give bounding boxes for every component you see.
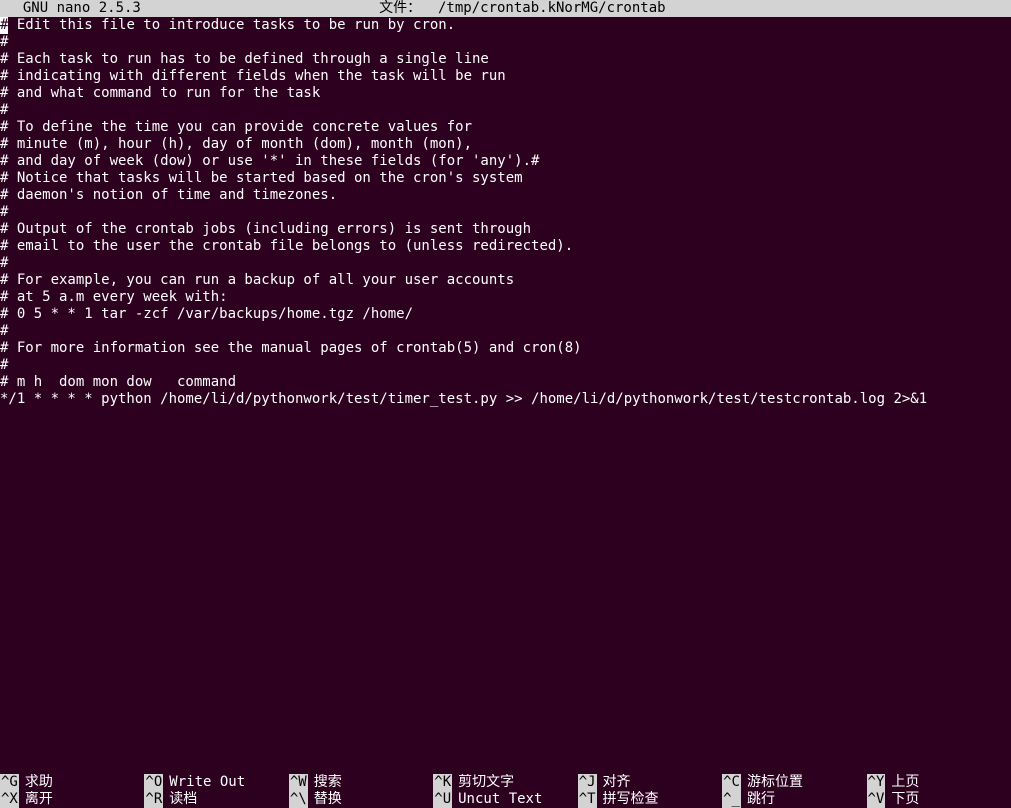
shortcut-item[interactable]: ^O Write Out	[144, 774, 288, 791]
editor-line[interactable]: # Each task to run has to be defined thr…	[0, 51, 1011, 68]
shortcut-label: 离开	[25, 791, 53, 808]
editor-line[interactable]: #	[0, 323, 1011, 340]
editor-line[interactable]: #	[0, 357, 1011, 374]
shortcut-label: 跳行	[747, 791, 775, 808]
shortcut-item[interactable]: ^T 拼写检查	[578, 791, 722, 808]
shortcut-key: ^C	[722, 774, 741, 791]
editor-line[interactable]: # minute (m), hour (h), day of month (do…	[0, 136, 1011, 153]
file-path: /tmp/crontab.kNorMG/crontab	[438, 0, 666, 16]
shortcut-item[interactable]: ^X 离开	[0, 791, 144, 808]
editor-line[interactable]: #	[0, 255, 1011, 272]
shortcut-label: 下页	[891, 791, 919, 808]
editor-line[interactable]: # 0 5 * * 1 tar -zcf /var/backups/home.t…	[0, 306, 1011, 323]
shortcut-label: 上页	[891, 774, 919, 791]
shortcut-label: 读档	[169, 791, 197, 808]
shortcut-label: 搜索	[314, 774, 342, 791]
shortcut-row: ^G 求助 ^O Write Out ^W 搜索 ^K 剪切文字 ^J 对齐 ^C 游标位置 ^Y 上页	[0, 774, 1011, 791]
editor-line[interactable]: # Output of the crontab jobs (including …	[0, 221, 1011, 238]
shortcut-label: Write Out	[169, 774, 245, 791]
editor-line[interactable]: # email to the user the crontab file bel…	[0, 238, 1011, 255]
file-info: 文件： /tmp/crontab.kNorMG/crontab	[345, 0, 665, 34]
editor-line[interactable]: # indicating with different fields when …	[0, 68, 1011, 85]
file-label: 文件：	[379, 0, 421, 16]
shortcut-key: ^Y	[867, 774, 886, 791]
title-bar: GNU nano 2.5.3 文件： /tmp/crontab.kNorMG/c…	[0, 0, 1011, 17]
shortcut-key: ^X	[0, 791, 19, 808]
shortcut-key: ^R	[144, 791, 163, 808]
shortcut-item[interactable]: ^V 下页	[867, 791, 1011, 808]
shortcut-label: 对齐	[603, 774, 631, 791]
shortcut-label: 替换	[314, 791, 342, 808]
shortcut-key: ^U	[433, 791, 452, 808]
shortcut-key: ^\	[289, 791, 308, 808]
shortcut-item[interactable]: ^G 求助	[0, 774, 144, 791]
shortcut-item[interactable]: ^Y 上页	[867, 774, 1011, 791]
editor-line[interactable]: #	[0, 102, 1011, 119]
editor-line[interactable]: # daemon's notion of time and timezones.	[0, 187, 1011, 204]
editor-line[interactable]: # and day of week (dow) or use '*' in th…	[0, 153, 1011, 170]
shortcut-item[interactable]: ^\ 替换	[289, 791, 433, 808]
shortcut-label: 游标位置	[747, 774, 803, 791]
editor-line[interactable]: */1 * * * * python /home/li/d/pythonwork…	[0, 391, 1011, 408]
editor-line[interactable]: # For more information see the manual pa…	[0, 340, 1011, 357]
shortcut-item[interactable]: ^K 剪切文字	[433, 774, 577, 791]
shortcut-label: 拼写检查	[603, 791, 659, 808]
shortcut-key: ^O	[144, 774, 163, 791]
editor-line[interactable]: #	[0, 34, 1011, 51]
shortcut-key: ^J	[578, 774, 597, 791]
editor-line[interactable]: # Notice that tasks will be started base…	[0, 170, 1011, 187]
shortcut-key: ^K	[433, 774, 452, 791]
editor-line[interactable]: # For example, you can run a backup of a…	[0, 272, 1011, 289]
shortcut-key: ^W	[289, 774, 308, 791]
editor-line[interactable]: # m h dom mon dow command	[0, 374, 1011, 391]
shortcut-row: ^X 离开 ^R 读档 ^\ 替换 ^U Uncut Text ^T 拼写检查 ^_ 跳行 ^V 下页	[0, 791, 1011, 808]
editor-line[interactable]: # To define the time you can provide con…	[0, 119, 1011, 136]
editor-line[interactable]: #	[0, 204, 1011, 221]
shortcut-label: 剪切文字	[458, 774, 514, 791]
shortcut-item[interactable]: ^C 游标位置	[722, 774, 866, 791]
shortcut-item[interactable]: ^W 搜索	[289, 774, 433, 791]
shortcut-item[interactable]: ^U Uncut Text	[433, 791, 577, 808]
shortcut-item[interactable]: ^J 对齐	[578, 774, 722, 791]
shortcut-label: Uncut Text	[458, 791, 542, 808]
shortcut-key: ^G	[0, 774, 19, 791]
editor-line[interactable]: # and what command to run for the task	[0, 85, 1011, 102]
editor-line[interactable]: # at 5 a.m every week with:	[0, 289, 1011, 306]
editor-content[interactable]: # Edit this file to introduce tasks to b…	[0, 17, 1011, 408]
shortcut-key: ^_	[722, 791, 741, 808]
shortcut-key: ^T	[578, 791, 597, 808]
shortcut-bar: ^G求助^OWrite Out^W搜索^K剪切文字^J对齐^C游标位置^Y上页 …	[0, 774, 1011, 808]
shortcut-key: ^V	[867, 791, 886, 808]
shortcut-item[interactable]: ^_ 跳行	[722, 791, 866, 808]
app-name: GNU nano 2.5.3	[0, 0, 141, 17]
shortcut-label: 求助	[25, 774, 53, 791]
shortcut-item[interactable]: ^R 读档	[144, 791, 288, 808]
